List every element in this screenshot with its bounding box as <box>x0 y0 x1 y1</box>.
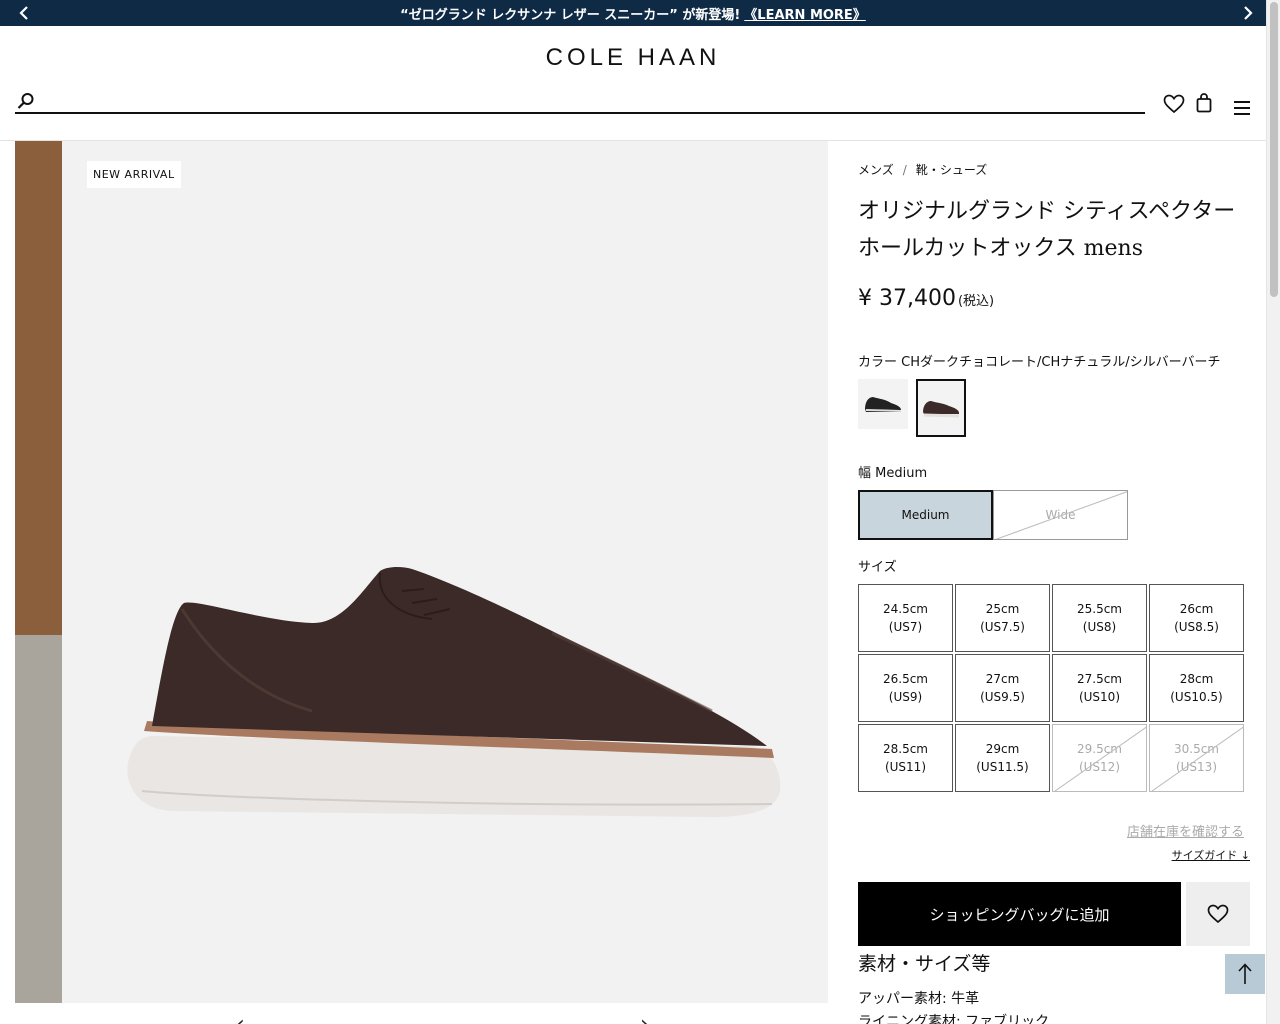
size-cm: 30.5cm <box>1173 742 1219 756</box>
heart-icon <box>1207 904 1229 924</box>
search-input[interactable] <box>45 90 1135 112</box>
add-to-bag-button[interactable]: ショッピングバッグに追加 <box>858 882 1181 946</box>
size-label: サイズ <box>858 560 897 575</box>
store-stock-link[interactable]: 店舗在庫を確認する <box>1127 821 1244 840</box>
width-label: 幅 Medium <box>858 466 928 481</box>
size-option[interactable]: 24.5cm (US7) <box>858 584 953 652</box>
size-option[interactable]: 27cm (US9.5) <box>955 654 1050 722</box>
product-image-gallery[interactable]: NEW ARRIVAL <box>62 141 828 1003</box>
new-arrival-badge: NEW ARRIVAL <box>87 161 181 188</box>
product-shoe-image <box>127 566 781 817</box>
arrow-up-icon <box>1238 963 1252 984</box>
size-cm: 25cm <box>985 602 1020 616</box>
breadcrumb-separator: / <box>902 163 907 177</box>
size-option[interactable]: 29.5cm (US12) <box>1052 724 1147 792</box>
back-to-top-button[interactable] <box>1225 954 1265 994</box>
breadcrumb-link-mens[interactable]: メンズ <box>858 163 894 177</box>
size-cm: 29.5cm <box>1076 742 1122 756</box>
size-option[interactable]: 26.5cm (US9) <box>858 654 953 722</box>
size-option[interactable]: 25cm (US7.5) <box>955 584 1050 652</box>
size-option[interactable]: 29cm (US11.5) <box>955 724 1050 792</box>
wishlist-heart-icon[interactable] <box>1163 94 1185 118</box>
scrollbar-thumb[interactable] <box>1270 2 1278 297</box>
size-option[interactable]: 30.5cm (US13) <box>1149 724 1244 792</box>
size-us: (US13) <box>1175 760 1218 774</box>
size-option[interactable]: 25.5cm (US8) <box>1052 584 1147 652</box>
promo-text: “ゼログランド レクサンナ レザー スニーカー” が新登場! <box>400 7 741 23</box>
brand-logo[interactable]: COLE HAAN <box>0 44 1266 72</box>
breadcrumb-link-shoes[interactable]: 靴・シューズ <box>916 163 987 177</box>
product-title: オリジナルグランド シティスペクター ホールカットオックス mens <box>858 199 1236 261</box>
size-us: (US11.5) <box>976 760 1029 774</box>
thumbnail-image[interactable] <box>15 635 62 1003</box>
spec-section-title: 素材・サイズ等 <box>858 953 991 975</box>
width-options: Medium Wide <box>858 490 1128 540</box>
color-swatch-black[interactable] <box>858 379 908 429</box>
price-tax-note: (税込) <box>957 294 995 309</box>
gallery-next-arrow-icon[interactable]: › <box>640 1012 649 1024</box>
size-us: (US9) <box>888 690 923 704</box>
size-option[interactable]: 28cm (US10.5) <box>1149 654 1244 722</box>
promo-learn-more-link[interactable]: 《LEARN MORE》 <box>744 4 866 23</box>
color-swatch-chocolate-selected[interactable] <box>916 379 966 437</box>
size-grid: 24.5cm (US7) 25cm (US7.5) 25.5cm (US8) 26cm (US… <box>858 584 1244 792</box>
size-us: (US7.5) <box>980 620 1025 634</box>
spec-line-upper: アッパー素材: 牛革 <box>858 991 980 1007</box>
color-swatches <box>858 379 966 437</box>
add-to-wishlist-button[interactable] <box>1186 882 1250 946</box>
hamburger-menu-icon[interactable] <box>1233 100 1251 120</box>
size-guide-link[interactable]: サイズガイド ↓ <box>1172 847 1250 863</box>
size-us: (US7) <box>888 620 923 634</box>
size-cm: 25.5cm <box>1076 602 1122 616</box>
size-cm: 28cm <box>1179 672 1214 686</box>
shopping-bag-icon[interactable] <box>1196 93 1212 117</box>
promo-next-arrow-icon[interactable] <box>1238 3 1258 23</box>
size-option[interactable]: 27.5cm (US10) <box>1052 654 1147 722</box>
gallery-thumbnail-strip[interactable] <box>15 141 62 1003</box>
thumbnail-image[interactable] <box>15 141 62 635</box>
search-bar <box>15 90 1145 114</box>
product-price: ¥ 37,400 (税込) <box>858 286 994 311</box>
size-cm: 26cm <box>1179 602 1214 616</box>
spec-line-lining: ライニング素材: ファブリック <box>858 1014 1050 1024</box>
size-cm: 27cm <box>985 672 1020 686</box>
size-cm: 26.5cm <box>882 672 928 686</box>
size-us: (US9.5) <box>980 690 1025 704</box>
color-label: カラー CHダークチョコレート/CHナチュラル/シルバーバーチ <box>858 355 1221 370</box>
breadcrumb: メンズ / 靴・シューズ <box>858 161 987 178</box>
gallery-prev-arrow-icon[interactable]: ‹ <box>236 1012 245 1024</box>
size-cm: 27.5cm <box>1076 672 1122 686</box>
size-us: (US12) <box>1078 760 1121 774</box>
search-icon[interactable] <box>17 92 35 114</box>
page-scrollbar[interactable] <box>1266 0 1280 1024</box>
width-option-medium[interactable]: Medium <box>858 490 993 540</box>
size-us: (US8) <box>1082 620 1117 634</box>
promo-prev-arrow-icon[interactable] <box>14 3 34 23</box>
size-us: (US10) <box>1078 690 1121 704</box>
promo-bar: “ゼログランド レクサンナ レザー スニーカー” が新登場! 《LEARN MO… <box>0 0 1266 26</box>
size-option[interactable]: 28.5cm (US11) <box>858 724 953 792</box>
size-us: (US8.5) <box>1174 620 1219 634</box>
size-cm: 24.5cm <box>882 602 928 616</box>
price-value: ¥ 37,400 <box>858 286 956 311</box>
width-option-wide[interactable]: Wide <box>993 490 1128 540</box>
size-option[interactable]: 26cm (US8.5) <box>1149 584 1244 652</box>
size-us: (US11) <box>884 760 927 774</box>
size-cm: 28.5cm <box>882 742 928 756</box>
size-us: (US10.5) <box>1170 690 1223 704</box>
size-cm: 29cm <box>985 742 1020 756</box>
add-to-bag-row: ショッピングバッグに追加 <box>858 882 1250 946</box>
